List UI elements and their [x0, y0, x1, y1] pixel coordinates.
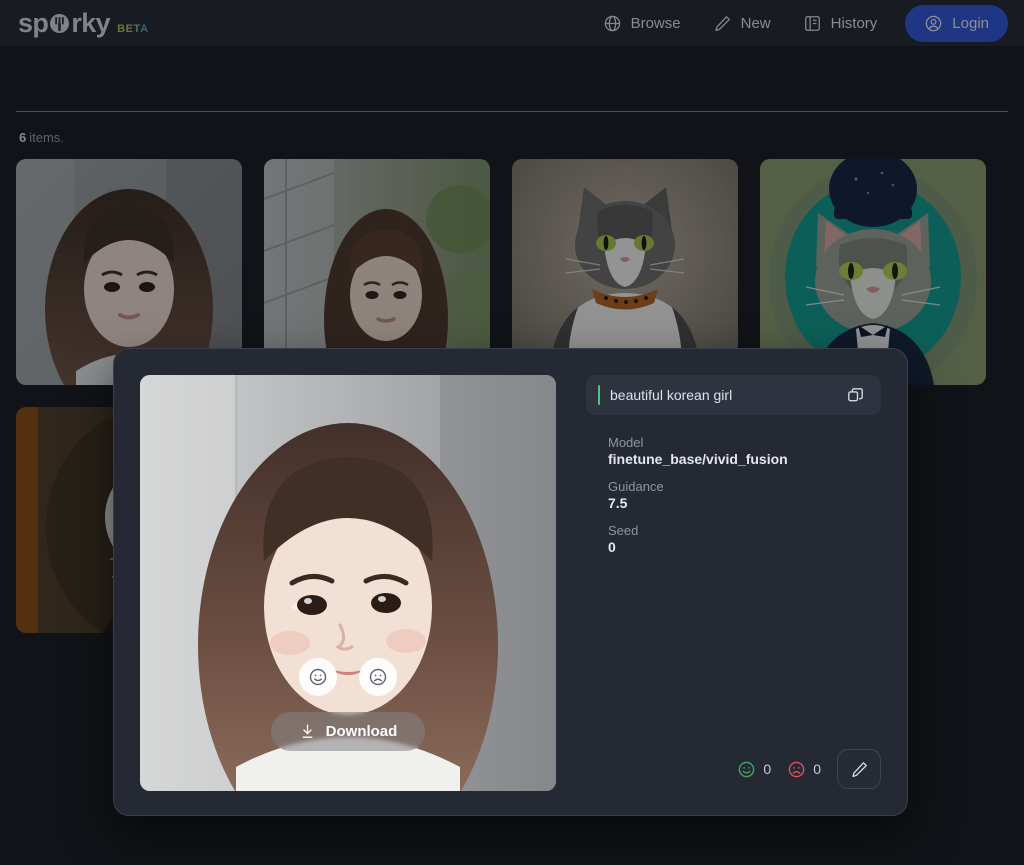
like-vote[interactable]: 0 [737, 760, 771, 779]
download-label: Download [326, 723, 398, 740]
modal-details-panel: beautiful korean girl Model finetune_bas… [586, 375, 881, 789]
like-count: 0 [763, 761, 771, 777]
edit-button[interactable] [837, 749, 881, 789]
pencil-icon [850, 760, 869, 779]
meta-label-model: Model [608, 435, 881, 450]
meta-value-guidance: 7.5 [608, 495, 881, 511]
prompt-text: beautiful korean girl [610, 387, 832, 403]
frowning-face-icon [787, 760, 806, 779]
reaction-buttons [299, 658, 397, 696]
meta-value-seed: 0 [608, 539, 881, 555]
metadata-list: Model finetune_base/vivid_fusion Guidanc… [586, 435, 881, 567]
image-detail-modal: Download beautiful korean girl Model fin… [113, 348, 908, 816]
copy-icon [846, 386, 865, 405]
prompt-field[interactable]: beautiful korean girl [586, 375, 881, 415]
prompt-accent-bar [598, 385, 600, 405]
dislike-vote[interactable]: 0 [787, 760, 821, 779]
download-icon [299, 723, 316, 740]
dislike-count: 0 [813, 761, 821, 777]
meta-value-model: finetune_base/vivid_fusion [608, 451, 881, 467]
meta-label-guidance: Guidance [608, 479, 881, 494]
modal-image[interactable]: Download [140, 375, 556, 791]
image-action-overlay: Download [140, 375, 556, 791]
smiley-face-icon [737, 760, 756, 779]
download-button[interactable]: Download [271, 712, 426, 751]
like-reaction-button[interactable] [299, 658, 337, 696]
meta-label-seed: Seed [608, 523, 881, 538]
copy-prompt-button[interactable] [842, 382, 869, 409]
modal-footer: 0 0 [586, 749, 881, 789]
dislike-reaction-button[interactable] [359, 658, 397, 696]
